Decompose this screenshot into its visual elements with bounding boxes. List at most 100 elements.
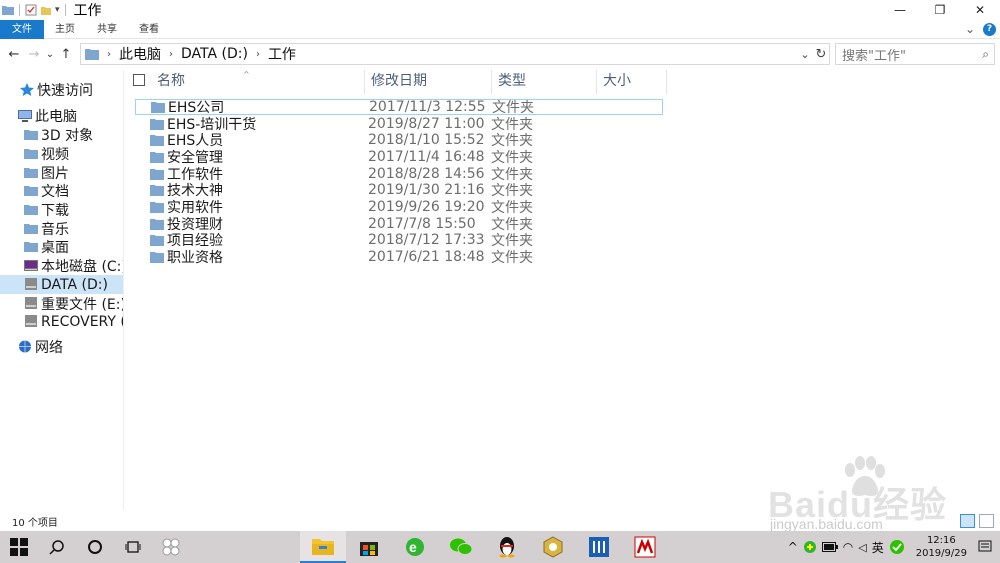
breadcrumb-separator[interactable]: › xyxy=(105,49,113,60)
wifi-icon[interactable]: ◠ xyxy=(843,540,853,554)
system-clock[interactable]: 12:16 2019/9/29 xyxy=(916,534,967,560)
breadcrumb-separator[interactable]: › xyxy=(254,49,262,60)
table-row[interactable]: 职业资格 2017/6/21 18:48 文件夹 xyxy=(135,249,663,266)
nav-item-videos[interactable]: 视频 xyxy=(0,144,123,163)
address-bar[interactable]: › 此电脑 › DATA (D:) › 工作 ⌄ ↻ xyxy=(80,43,830,65)
folder-icon xyxy=(150,119,164,130)
nav-item-downloads[interactable]: 下载 xyxy=(0,200,123,219)
expand-ribbon-icon[interactable]: ⌄ xyxy=(965,22,975,36)
pinwheel-app-button[interactable] xyxy=(152,531,190,563)
chat-tray-icon[interactable] xyxy=(889,539,905,555)
file-name: 职业资格 xyxy=(167,250,223,266)
show-hidden-icons-button[interactable]: ^ xyxy=(788,540,798,554)
large-icons-view-button[interactable] xyxy=(979,514,994,528)
nav-item-documents[interactable]: 文档 xyxy=(0,181,123,200)
help-icon[interactable]: ? xyxy=(983,22,996,36)
wechat-taskbar-button[interactable] xyxy=(438,531,484,563)
minimize-button[interactable]: — xyxy=(880,0,920,20)
drive-icon xyxy=(25,278,37,290)
column-date[interactable]: 修改日期 xyxy=(365,70,492,94)
table-row[interactable]: 项目经验 2018/7/12 17:33 文件夹 xyxy=(135,232,663,249)
tab-view[interactable]: 查看 xyxy=(128,20,170,39)
table-row[interactable]: 安全管理 2017/11/4 16:48 文件夹 xyxy=(135,149,663,166)
badge-app-taskbar-button[interactable] xyxy=(530,531,576,563)
table-row[interactable]: 技术大神 2019/1/30 21:16 文件夹 xyxy=(135,182,663,199)
drive-icon xyxy=(25,297,37,309)
breadcrumb-separator[interactable]: › xyxy=(167,49,175,60)
breadcrumb-this-pc[interactable]: 此电脑 xyxy=(113,44,167,64)
nav-item-drive-d[interactable]: DATA (D:) xyxy=(0,275,123,294)
folder-icon xyxy=(150,202,164,213)
nav-item-pictures[interactable]: 图片 xyxy=(0,163,123,182)
nav-item-recovery[interactable]: RECOVERY ( xyxy=(0,312,124,331)
browser-taskbar-button[interactable]: e xyxy=(392,531,438,563)
address-dropdown-icon[interactable]: ⌄ xyxy=(797,48,813,61)
column-name[interactable]: ^ 名称 xyxy=(125,70,365,94)
network-icon xyxy=(19,340,31,353)
back-button[interactable]: ← xyxy=(4,41,24,67)
notification-center-icon[interactable] xyxy=(978,540,992,554)
start-button[interactable] xyxy=(0,531,38,563)
cortana-button[interactable] xyxy=(76,531,114,563)
search-button[interactable] xyxy=(38,531,76,563)
red-app-taskbar-button[interactable] xyxy=(622,531,668,563)
file-type: 文件夹 xyxy=(491,250,533,266)
system-tray: ^ ◠ ◁ 英 12:16 2019/9/29 xyxy=(788,531,1000,563)
tab-home[interactable]: 主页 xyxy=(44,20,86,39)
column-name-label: 名称 xyxy=(157,73,185,89)
nav-item-label: 文档 xyxy=(41,183,69,200)
nav-item-label: 网络 xyxy=(35,339,63,356)
new-folder-icon[interactable] xyxy=(40,4,52,16)
star-icon xyxy=(20,83,34,96)
customize-toolbar-icon[interactable]: ▾ xyxy=(55,5,60,15)
maximize-button[interactable]: ❐ xyxy=(920,0,960,20)
folder-icon xyxy=(24,130,38,140)
table-row[interactable]: EHS人员 2018/1/10 15:52 文件夹 xyxy=(135,132,663,149)
nav-item-music[interactable]: 音乐 xyxy=(0,219,123,238)
qq-penguin-icon xyxy=(499,537,515,558)
nav-item-quick-access[interactable]: 快速访问 xyxy=(0,80,123,99)
qq-taskbar-button[interactable] xyxy=(484,531,530,563)
folder-icon xyxy=(150,169,164,180)
forward-button[interactable]: → xyxy=(24,41,44,67)
table-row[interactable]: 实用软件 2019/9/26 19:20 文件夹 xyxy=(135,199,663,216)
select-all-checkbox[interactable] xyxy=(133,74,145,86)
breadcrumb-data-drive[interactable]: DATA (D:) xyxy=(175,46,254,62)
file-explorer-taskbar-button[interactable] xyxy=(300,531,346,563)
battery-icon[interactable] xyxy=(821,542,838,552)
input-method-indicator[interactable]: 英 xyxy=(872,539,884,556)
tab-file[interactable]: 文件 xyxy=(0,19,44,39)
nav-item-drive-c[interactable]: 本地磁盘 (C:) xyxy=(0,256,123,275)
column-size[interactable]: 大小 xyxy=(597,70,667,94)
recent-locations-button[interactable]: ⌄ xyxy=(44,41,56,67)
tab-share[interactable]: 共享 xyxy=(86,20,128,39)
close-button[interactable]: ✕ xyxy=(960,0,1000,20)
details-view-button[interactable] xyxy=(960,514,975,528)
nav-item-this-pc[interactable]: 此电脑 xyxy=(0,106,123,125)
nav-item-3d-objects[interactable]: 3D 对象 xyxy=(0,125,123,144)
store-icon xyxy=(360,542,378,556)
nav-item-desktop[interactable]: 桌面 xyxy=(0,237,123,256)
tools-app-taskbar-button[interactable] xyxy=(576,531,622,563)
column-type[interactable]: 类型 xyxy=(492,70,597,94)
store-taskbar-button[interactable] xyxy=(346,531,392,563)
folder-icon xyxy=(150,185,164,196)
refresh-icon[interactable]: ↻ xyxy=(813,47,829,62)
security-tray-icon[interactable] xyxy=(803,540,817,554)
search-input[interactable]: 搜索"工作" ⌕ xyxy=(835,43,995,65)
item-count: 10 个项目 xyxy=(12,517,58,529)
table-row[interactable]: EHS公司 2017/11/3 12:55 文件夹 xyxy=(135,99,663,116)
nav-item-label: RECOVERY ( xyxy=(41,313,124,330)
quick-access-toolbar: ▾ xyxy=(0,0,68,20)
windows-logo-icon xyxy=(10,538,28,556)
breadcrumb-current-folder[interactable]: 工作 xyxy=(262,44,302,64)
up-button[interactable]: ↑ xyxy=(56,41,76,67)
computer-icon xyxy=(18,110,32,122)
properties-icon[interactable] xyxy=(25,4,37,16)
nav-item-drive-e[interactable]: 重要文件 (E:) xyxy=(0,294,123,313)
speaker-icon[interactable]: ◁ xyxy=(858,541,866,554)
nav-item-network[interactable]: 网络 xyxy=(0,337,123,356)
task-view-button[interactable] xyxy=(114,531,152,563)
folder-icon xyxy=(24,242,38,252)
search-icon[interactable]: ⌕ xyxy=(982,47,989,62)
